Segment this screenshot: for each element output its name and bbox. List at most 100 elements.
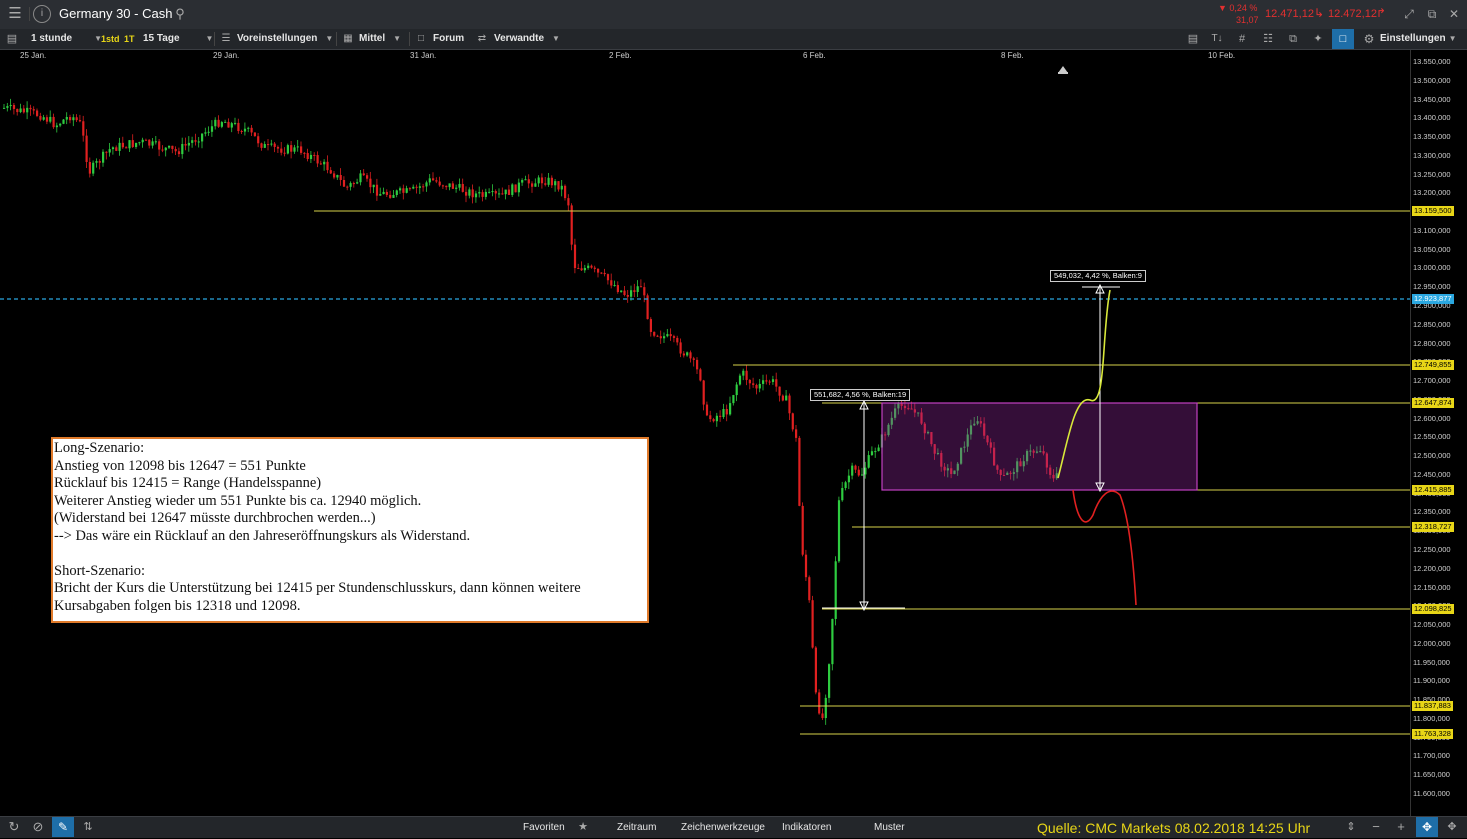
level-label-12415: 12.415,885 [1412, 485, 1454, 495]
move-icon[interactable]: ⇅ [80, 817, 96, 837]
fullscreen-icon[interactable]: ✥ [1444, 817, 1460, 837]
bars-icon[interactable]: ☷ [1260, 29, 1276, 49]
candle-body [19, 108, 22, 113]
candle-body [26, 107, 29, 113]
presets-select[interactable]: Voreinstellungen ▼ [237, 29, 333, 49]
time-tick: 29 Jan. [213, 51, 240, 60]
drawing-tools-tab[interactable]: Zeichenwerkzeuge [681, 817, 765, 838]
favorites-tab[interactable]: Favoriten [523, 817, 565, 838]
info-icon[interactable]: i [33, 5, 51, 23]
popout-icon[interactable]: ⧉ [1424, 4, 1440, 24]
candle-body [478, 192, 481, 194]
menu-icon[interactable]: ☰ [5, 4, 25, 24]
candle-body [237, 122, 240, 131]
candle-body [108, 149, 111, 153]
range-box[interactable] [881, 402, 1198, 491]
candle-body [762, 380, 765, 384]
forum-button[interactable]: Forum [433, 29, 464, 49]
crosshair-icon[interactable]: ✥ [1416, 817, 1438, 837]
current-price-label: 12.923,877 [1412, 294, 1454, 304]
candle-body [280, 148, 283, 153]
candle-body [59, 123, 62, 126]
candle-body [590, 265, 593, 268]
candle-body [408, 188, 412, 190]
text-tool-icon[interactable]: T↓ [1209, 29, 1225, 49]
candle-body [468, 189, 471, 196]
candle-body [831, 618, 834, 665]
level-label-11837: 11.837,883 [1412, 701, 1453, 711]
level-label-12318: 12.318,727 [1412, 522, 1454, 532]
instrument-title[interactable]: Germany 30 - Cash [59, 6, 172, 21]
candle-body [402, 188, 405, 193]
candle-body [395, 190, 398, 195]
related-icon: ⇄ [477, 33, 487, 44]
bottom-toolbar: ↻ ⊘ ✎ ⇅ Favoriten ★ Zeitraum Zeichenwerk… [0, 816, 1467, 838]
candle-body [105, 151, 108, 153]
indicators-tab[interactable]: Indikatoren [782, 817, 831, 838]
candle-body [504, 189, 507, 195]
measurement-label-1: 551,682, 4,56 %, Balken:19 [810, 389, 911, 401]
block-icon[interactable]: ⊘ [30, 817, 46, 837]
candle-type-select[interactable]: Mittel ▼ [359, 29, 401, 49]
interval-select[interactable]: 1 stunde ▼ [31, 29, 102, 49]
short-scenario-path[interactable] [1072, 489, 1137, 606]
range-select[interactable]: 15 Tage ▼ [143, 29, 213, 49]
title-bar: ☰ i Germany 30 - Cash ⚲ ▼ 0,24 % 31,07 1… [0, 0, 1467, 30]
candle-body [392, 194, 395, 198]
layout-icon[interactable]: ▤ [5, 29, 19, 49]
candle-body [286, 145, 289, 154]
expand-icon[interactable]: ⤢ [1401, 4, 1417, 24]
candle-body [263, 144, 266, 148]
candle-body [270, 143, 273, 145]
pencil-icon[interactable]: ✎ [52, 817, 74, 837]
candle-body [573, 244, 577, 269]
refresh-icon[interactable]: ↻ [6, 817, 22, 837]
grid-icon[interactable]: # [1234, 29, 1250, 49]
candle-body [824, 697, 827, 719]
candle-body [435, 180, 438, 182]
candle-body [441, 185, 445, 187]
ask-price[interactable]: 12.472,12 [1328, 8, 1377, 20]
candle-body [135, 142, 138, 147]
candle-body [560, 185, 563, 190]
candle-body [877, 447, 880, 452]
period-1std-button[interactable]: 1std [101, 29, 120, 49]
bid-price[interactable]: 12.471,12 [1265, 8, 1314, 20]
chevron-down-icon: ▼ [1448, 34, 1457, 43]
candle-body [293, 147, 296, 152]
search-icon[interactable]: ⚲ [172, 4, 188, 24]
candle-body [115, 147, 118, 151]
windows-icon[interactable]: ⧉ [1285, 29, 1301, 49]
candle-body [808, 577, 811, 601]
patterns-tab[interactable]: Muster [874, 817, 905, 838]
candle-body [471, 189, 474, 198]
candle-body [187, 142, 190, 146]
chat-icon[interactable]: □ [1332, 29, 1354, 49]
candle-body [788, 395, 791, 414]
close-icon[interactable]: ✕ [1446, 4, 1462, 24]
period-1t-button[interactable]: 1T [124, 29, 135, 49]
price-tick: 12.000,000 [1413, 638, 1451, 648]
pin-marker-icon[interactable] [1058, 66, 1068, 73]
fit-icon[interactable]: ⇕ [1343, 817, 1359, 837]
pin-icon[interactable]: ✦ [1310, 29, 1326, 49]
candle-body [168, 145, 171, 148]
candle-body [857, 469, 860, 476]
candle-body [755, 384, 758, 389]
candle-body [524, 179, 527, 181]
related-select[interactable]: Verwandte ▼ [494, 29, 560, 49]
candle-body [141, 139, 144, 143]
candle-body [597, 268, 600, 273]
zoom-in-icon[interactable]: + [1393, 817, 1409, 837]
candle-body [158, 141, 161, 150]
crosshair-tool-icon[interactable]: ▤ [1185, 29, 1201, 49]
star-icon[interactable]: ★ [576, 817, 590, 837]
measurement-label-2: 549,032, 4,42 %, Balken:9 [1050, 270, 1146, 282]
timerange-tab[interactable]: Zeitraum [617, 817, 656, 838]
candle-body [267, 144, 270, 146]
candle-body [39, 115, 42, 120]
settings-gear-icon: ⚙ [1363, 32, 1375, 46]
candle-body [781, 395, 784, 401]
settings-select[interactable]: Einstellungen ▼ [1380, 29, 1456, 49]
zoom-out-icon[interactable]: − [1368, 817, 1384, 837]
